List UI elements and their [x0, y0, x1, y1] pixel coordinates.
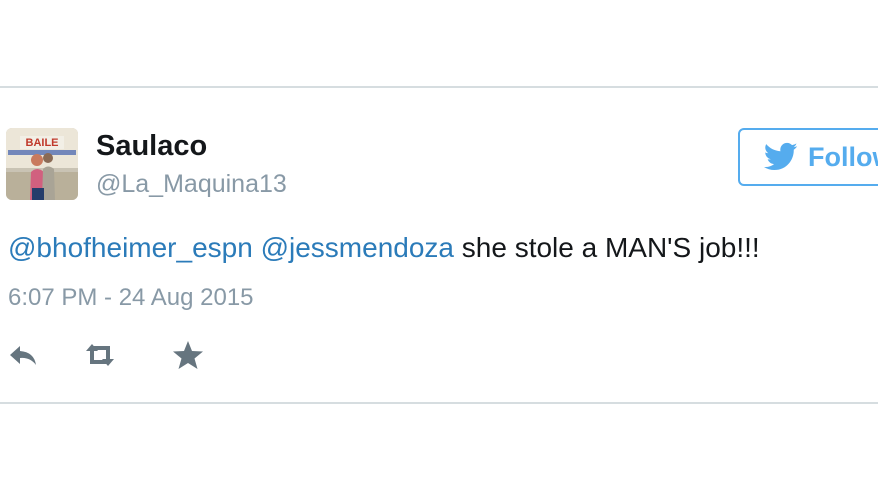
top-divider — [0, 86, 878, 88]
mention-link[interactable]: @jessmendoza — [261, 232, 454, 263]
star-icon — [173, 341, 203, 369]
user-handle[interactable]: @La_Maquina13 — [96, 170, 287, 199]
avatar[interactable]: BAILE — [6, 128, 78, 200]
avatar-image: BAILE — [6, 128, 78, 200]
bottom-divider — [0, 402, 878, 404]
tweet-body: she stole a MAN'S job!!! — [461, 232, 760, 263]
tweet-embed: BAILE Saulaco @La_Maquina13 Follow @bhof… — [0, 0, 878, 494]
follow-button[interactable]: Follow — [738, 128, 878, 186]
mention-link[interactable]: @bhofheimer_espn — [8, 232, 253, 263]
retweet-button[interactable] — [82, 338, 118, 372]
display-name[interactable]: Saulaco — [96, 130, 207, 163]
favorite-button[interactable] — [170, 338, 206, 372]
retweet-icon — [86, 344, 114, 366]
follow-label: Follow — [808, 141, 878, 172]
reply-button[interactable] — [6, 338, 42, 372]
reply-icon — [10, 346, 36, 365]
avatar-sign-text: BAILE — [26, 137, 59, 149]
tweet-text: @bhofheimer_espn @jessmendoza she stole … — [8, 232, 760, 264]
twitter-bird-icon — [764, 142, 798, 171]
tweet-timestamp[interactable]: 6:07 PM - 24 Aug 2015 — [8, 284, 254, 312]
